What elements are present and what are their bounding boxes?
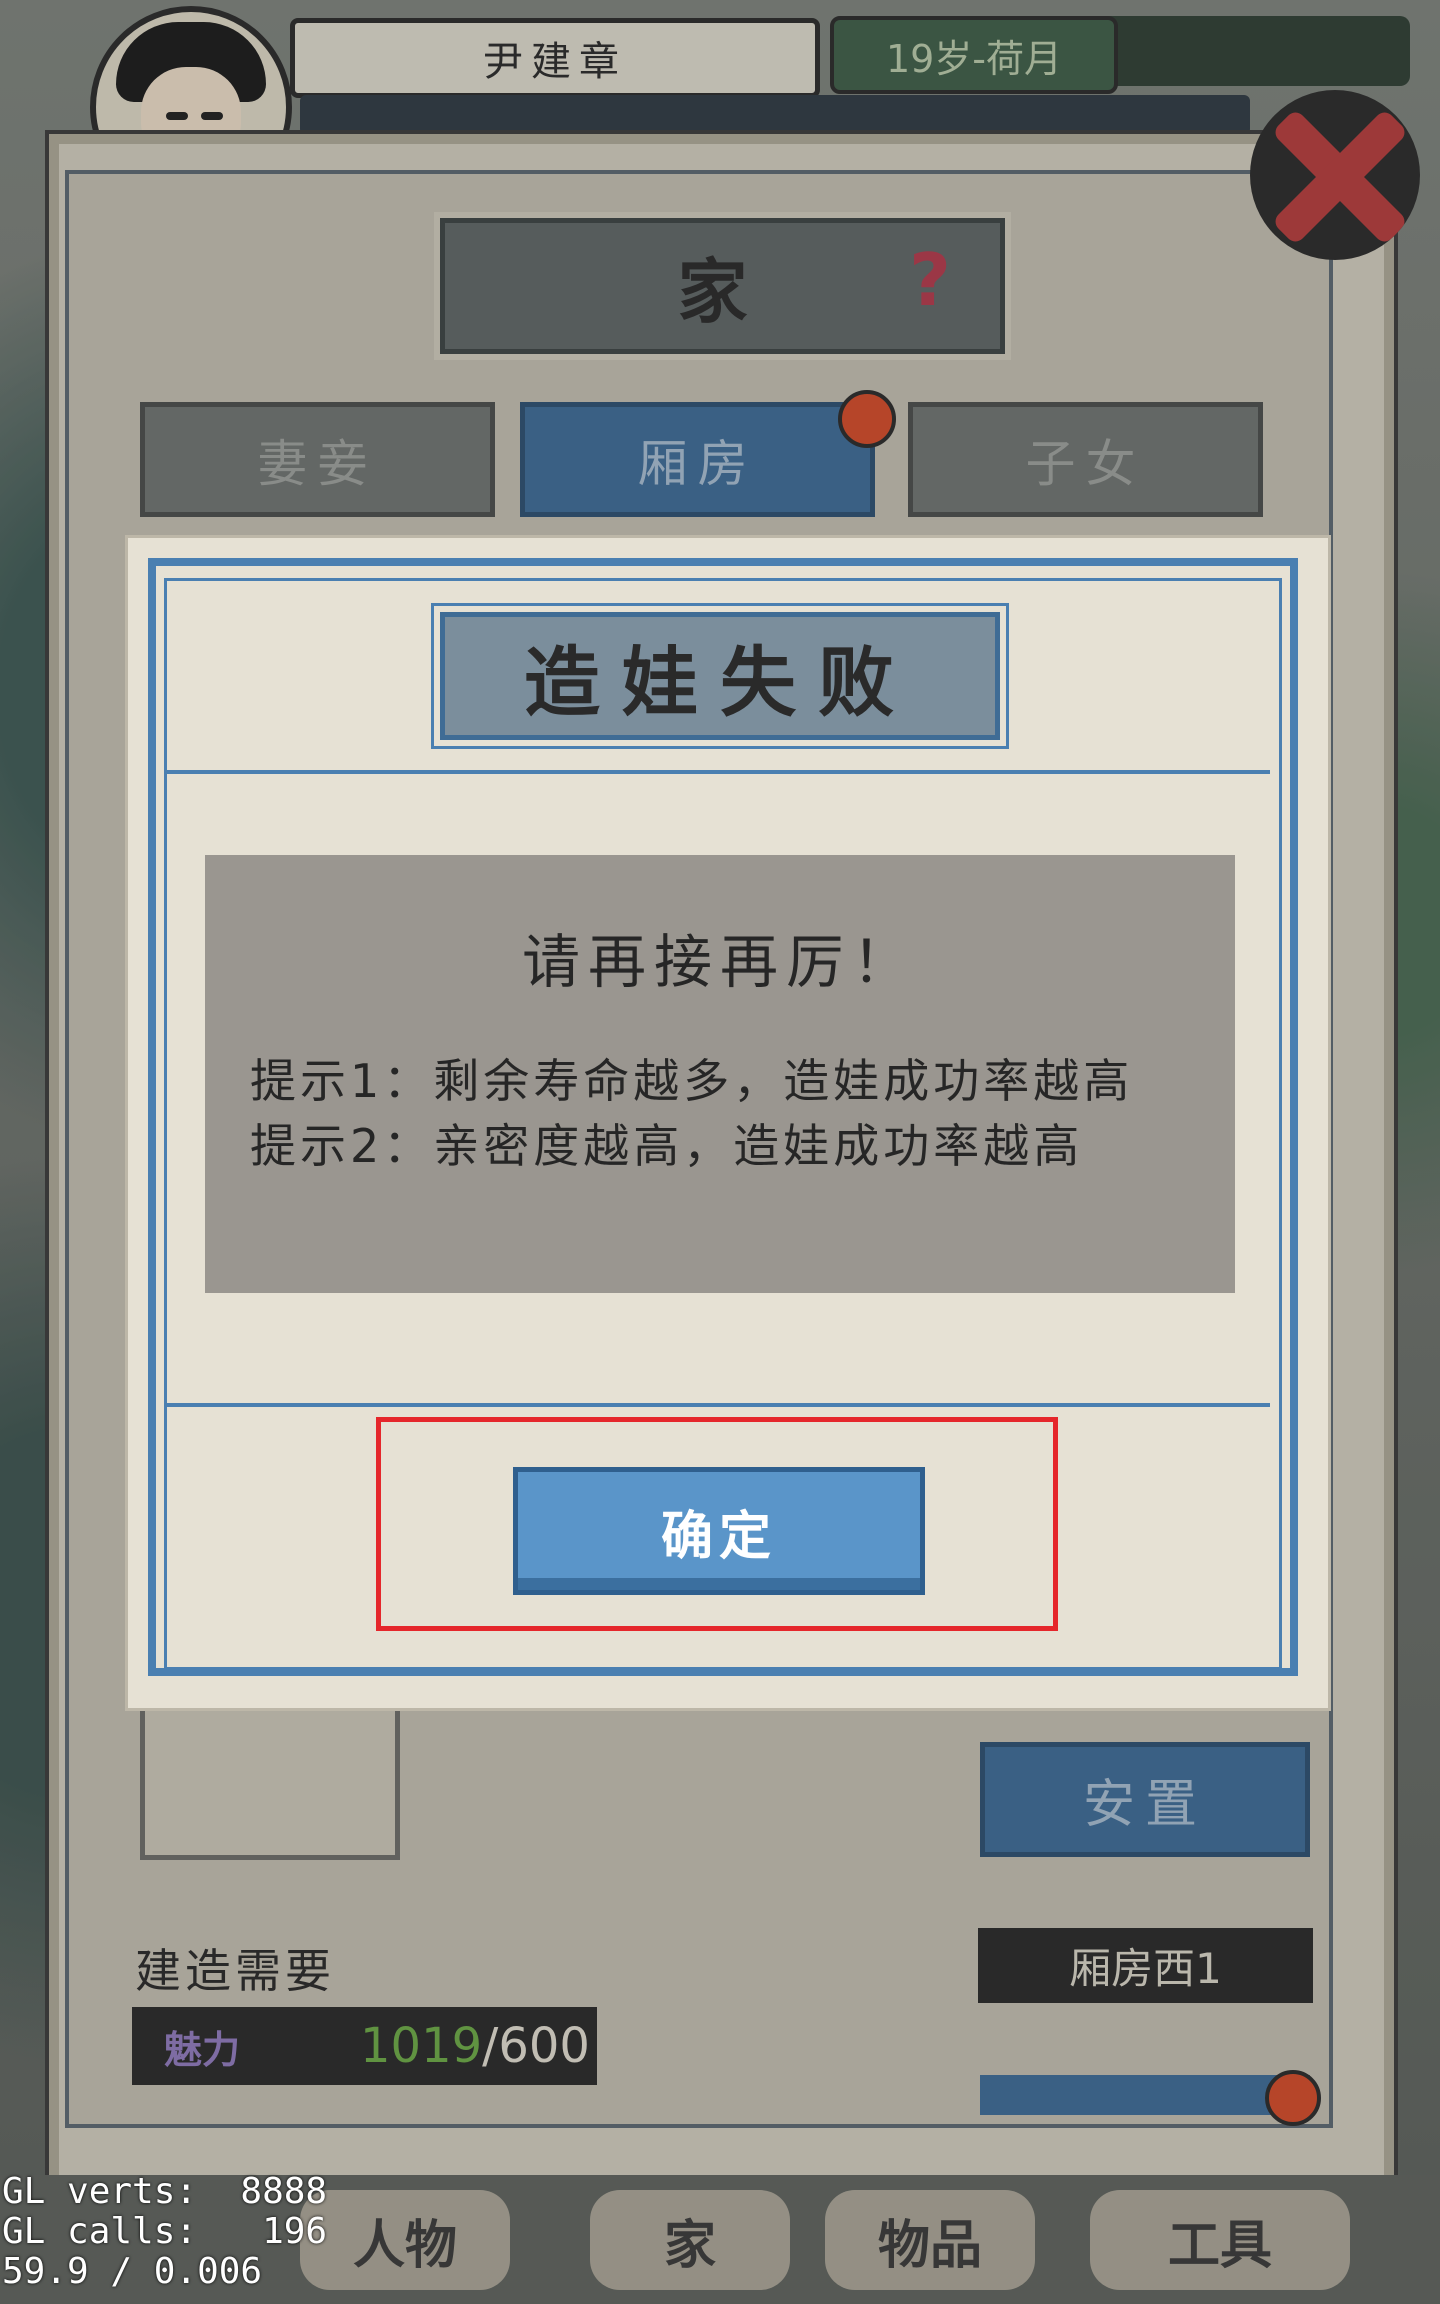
debug-line-fps: 59.9 / 0.006 bbox=[2, 2251, 263, 2292]
debug-stats: GL verts: 8888 GL calls: 196 59.9 / 0.006 bbox=[2, 2172, 327, 2292]
dialog-divider-bottom bbox=[165, 1403, 1270, 1407]
dialog-title: 造娃失败 bbox=[440, 612, 1000, 740]
debug-line-verts: GL verts: 8888 bbox=[2, 2171, 328, 2212]
dialog-tip-2: 提示2：亲密度越高，造娃成功率越高 bbox=[250, 1119, 1084, 1173]
debug-line-calls: GL calls: 196 bbox=[2, 2211, 328, 2252]
dialog-tip-1: 提示1：剩余寿命越多，造娃成功率越高 bbox=[250, 1054, 1134, 1108]
dialog-divider-top bbox=[165, 770, 1270, 774]
dialog-message-box: 请再接再厉！ 提示1：剩余寿命越多，造娃成功率越高 提示2：亲密度越高，造娃成功… bbox=[205, 855, 1235, 1293]
dialog-headline: 请再接再厉！ bbox=[521, 928, 918, 996]
confirm-highlight-box bbox=[376, 1417, 1058, 1631]
